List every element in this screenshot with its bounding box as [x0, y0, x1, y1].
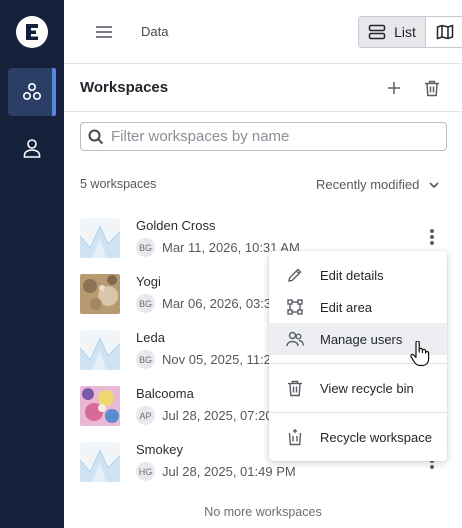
search-icon: [88, 129, 104, 145]
search-input[interactable]: [111, 126, 431, 147]
owner-avatar: BG: [136, 294, 155, 313]
owner-avatar: HG: [136, 462, 155, 481]
workspace-name: Leda: [136, 330, 165, 345]
workspace-name: Smokey: [136, 442, 183, 457]
menu-item-label: Edit details: [320, 267, 384, 283]
menu-item-label: Edit area: [320, 299, 373, 315]
workspaces-header: Workspaces: [64, 64, 462, 112]
map-icon: [436, 24, 453, 40]
workspace-modified: Nov 05, 2025, 11:29: [162, 352, 279, 367]
user-icon: [23, 139, 41, 158]
hand-cursor-icon: [410, 341, 430, 367]
recycle-icon: [288, 429, 301, 446]
area-icon: [286, 299, 303, 315]
workspaces-icon: [22, 82, 42, 101]
workspace-thumbnail: [80, 386, 120, 426]
map-view-button[interactable]: [426, 17, 462, 47]
users-icon: [285, 331, 304, 347]
pencil-icon: [287, 268, 302, 282]
owner-avatar: AP: [136, 406, 155, 425]
workspace-thumbnail: [80, 274, 120, 314]
plus-icon: [388, 82, 400, 94]
menu-item-recycle-workspace[interactable]: Recycle workspace: [269, 421, 447, 453]
workspace-name: Balcooma: [136, 386, 194, 401]
menu-item-edit-area[interactable]: Edit area: [269, 291, 447, 323]
menu-item-label: View recycle bin: [320, 380, 414, 396]
recycle-bin-button[interactable]: [420, 76, 444, 100]
workspace-thumbnail: [80, 330, 120, 370]
workspace-modified: Jul 28, 2025, 01:49 PM: [162, 464, 296, 479]
menu-item-edit-details[interactable]: Edit details: [269, 259, 447, 291]
sort-dropdown[interactable]: Recently modified: [316, 177, 439, 192]
nav-profile-button[interactable]: [8, 124, 56, 172]
view-toggle: List: [358, 16, 462, 48]
menu-item-view-recycle-bin[interactable]: View recycle bin: [269, 372, 447, 404]
more-options-button[interactable]: [425, 227, 439, 247]
menu-icon[interactable]: [94, 24, 114, 40]
menu-divider: [269, 412, 447, 413]
top-bar: Data List: [64, 0, 462, 64]
chevron-down-icon: [429, 181, 439, 188]
workspace-thumbnail: [80, 218, 120, 258]
trash-icon: [425, 80, 439, 96]
workspace-count: 5 workspaces: [80, 177, 157, 191]
workspace-name: Yogi: [136, 274, 161, 289]
nav-rail: [0, 0, 64, 528]
list-view-button[interactable]: List: [359, 17, 426, 47]
owner-avatar: BG: [136, 350, 155, 369]
list-view-label: List: [394, 24, 416, 40]
workspace-modified: Jul 28, 2025, 07:20: [162, 408, 273, 423]
menu-item-label: Recycle workspace: [320, 429, 432, 445]
trash-icon: [287, 380, 302, 396]
workspace-name: Golden Cross: [136, 218, 216, 233]
workspace-thumbnail: [80, 442, 120, 482]
menu-item-label: Manage users: [320, 331, 403, 347]
sort-label: Recently modified: [316, 177, 420, 192]
owner-avatar: BG: [136, 238, 155, 257]
app-logo[interactable]: [16, 16, 48, 48]
workspace-search: [80, 122, 447, 151]
breadcrumb: Data: [141, 24, 169, 39]
list-end-note: No more workspaces: [204, 505, 322, 519]
panel-title: Workspaces: [80, 79, 169, 96]
list-icon: [368, 24, 386, 40]
workspace-modified: Mar 06, 2026, 03:3: [162, 296, 272, 311]
nav-workspaces-button[interactable]: [8, 68, 56, 116]
add-workspace-button[interactable]: [382, 76, 406, 100]
